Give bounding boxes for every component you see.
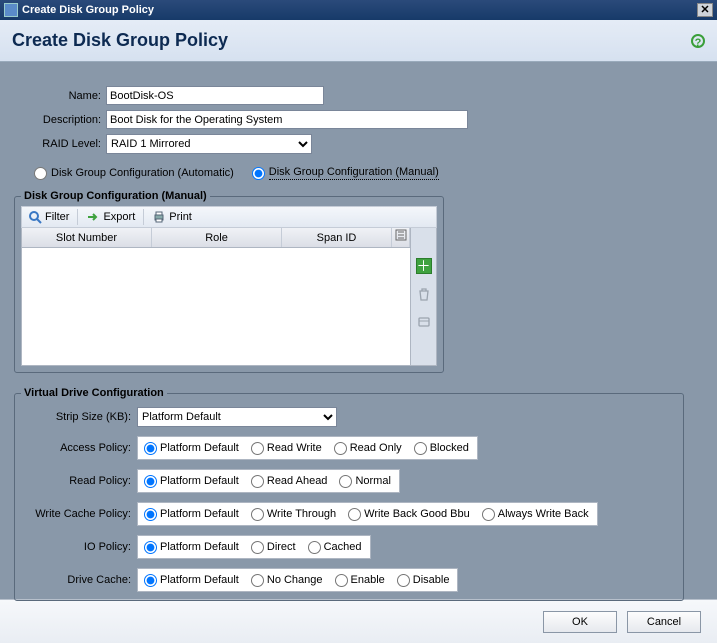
- config-mode-radios: Disk Group Configuration (Automatic) Dis…: [34, 166, 703, 180]
- write-back-good-bbu[interactable]: Write Back Good Bbu: [348, 508, 470, 521]
- io-policy-options: Platform Default Direct Cached: [137, 535, 371, 559]
- write-platform-default[interactable]: Platform Default: [144, 508, 239, 521]
- drive-cache-options: Platform Default No Change Enable Disabl…: [137, 568, 458, 592]
- print-button[interactable]: Print: [148, 208, 196, 226]
- drive-platform-default[interactable]: Platform Default: [144, 574, 239, 587]
- filter-button[interactable]: Filter: [24, 208, 73, 226]
- drive-no-change[interactable]: No Change: [251, 574, 323, 587]
- manual-config-group: Disk Group Configuration (Manual) Filter…: [14, 190, 444, 373]
- col-role[interactable]: Role: [152, 228, 282, 247]
- name-label: Name:: [14, 90, 106, 102]
- access-policy-options: Platform Default Read Write Read Only Bl…: [137, 436, 478, 460]
- write-cache-policy-label: Write Cache Policy:: [21, 508, 137, 520]
- config-mode-manual-label: Disk Group Configuration (Manual): [269, 166, 439, 180]
- manual-config-legend: Disk Group Configuration (Manual): [21, 190, 210, 202]
- dialog-body: Name: Description: RAID Level: RAID 1 Mi…: [0, 62, 717, 599]
- access-blocked[interactable]: Blocked: [414, 442, 469, 455]
- strip-size-select[interactable]: Platform Default: [137, 407, 337, 427]
- disk-table: Slot Number Role Span ID: [21, 228, 411, 366]
- config-mode-manual-radio[interactable]: [252, 167, 265, 180]
- col-slot-number[interactable]: Slot Number: [22, 228, 152, 247]
- config-mode-automatic-radio[interactable]: [34, 167, 47, 180]
- delete-disk-icon: [416, 286, 432, 302]
- strip-size-label: Strip Size (KB):: [21, 411, 137, 423]
- raid-level-label: RAID Level:: [14, 138, 106, 150]
- read-policy-options: Platform Default Read Ahead Normal: [137, 469, 400, 493]
- help-icon[interactable]: ?: [691, 34, 705, 48]
- name-input[interactable]: [106, 86, 324, 105]
- export-button[interactable]: Export: [82, 208, 139, 226]
- config-mode-automatic-label: Disk Group Configuration (Automatic): [51, 167, 234, 179]
- disk-table-sidebar: ＋: [411, 228, 437, 366]
- read-normal[interactable]: Normal: [339, 475, 390, 488]
- page-title: Create Disk Group Policy: [12, 30, 691, 51]
- config-mode-manual[interactable]: Disk Group Configuration (Manual): [252, 166, 439, 180]
- drive-enable[interactable]: Enable: [335, 574, 385, 587]
- add-disk-icon[interactable]: ＋: [416, 258, 432, 274]
- access-read-write[interactable]: Read Write: [251, 442, 322, 455]
- disk-table-header: Slot Number Role Span ID: [22, 228, 410, 248]
- read-read-ahead[interactable]: Read Ahead: [251, 475, 328, 488]
- info-disk-icon: [416, 314, 432, 330]
- window-titlebar: Create Disk Group Policy ✕: [0, 0, 717, 20]
- window-title: Create Disk Group Policy: [22, 4, 697, 16]
- col-options-icon[interactable]: [392, 228, 410, 247]
- print-icon: [152, 210, 166, 224]
- close-icon[interactable]: ✕: [697, 3, 713, 17]
- write-write-through[interactable]: Write Through: [251, 508, 336, 521]
- io-direct[interactable]: Direct: [251, 541, 296, 554]
- read-policy-label: Read Policy:: [21, 475, 137, 487]
- disk-table-body: [22, 248, 410, 364]
- vdc-legend: Virtual Drive Configuration: [21, 387, 167, 399]
- vdc-group: Virtual Drive Configuration Strip Size (…: [14, 387, 684, 601]
- print-label: Print: [169, 211, 192, 223]
- access-platform-default[interactable]: Platform Default: [144, 442, 239, 455]
- manual-toolbar: Filter Export Print: [21, 206, 437, 228]
- app-icon: [4, 3, 18, 17]
- toolbar-separator: [77, 209, 78, 225]
- toolbar-separator: [143, 209, 144, 225]
- read-platform-default[interactable]: Platform Default: [144, 475, 239, 488]
- export-icon: [86, 210, 100, 224]
- filter-icon: [28, 210, 42, 224]
- raid-level-select[interactable]: RAID 1 Mirrored: [106, 134, 312, 154]
- dialog-header: Create Disk Group Policy ?: [0, 20, 717, 62]
- dialog-footer: OK Cancel: [0, 599, 717, 643]
- write-cache-policy-options: Platform Default Write Through Write Bac…: [137, 502, 598, 526]
- drive-cache-label: Drive Cache:: [21, 574, 137, 586]
- cancel-button[interactable]: Cancel: [627, 611, 701, 633]
- ok-button[interactable]: OK: [543, 611, 617, 633]
- col-span-id[interactable]: Span ID: [282, 228, 392, 247]
- access-policy-label: Access Policy:: [21, 442, 137, 454]
- description-input[interactable]: [106, 110, 468, 129]
- io-policy-label: IO Policy:: [21, 541, 137, 553]
- export-label: Export: [103, 211, 135, 223]
- io-cached[interactable]: Cached: [308, 541, 362, 554]
- io-platform-default[interactable]: Platform Default: [144, 541, 239, 554]
- config-mode-automatic[interactable]: Disk Group Configuration (Automatic): [34, 167, 234, 180]
- disk-table-wrap: Slot Number Role Span ID ＋: [21, 228, 437, 366]
- write-always-write-back[interactable]: Always Write Back: [482, 508, 589, 521]
- description-label: Description:: [14, 114, 106, 126]
- drive-disable[interactable]: Disable: [397, 574, 450, 587]
- access-read-only[interactable]: Read Only: [334, 442, 402, 455]
- filter-label: Filter: [45, 211, 69, 223]
